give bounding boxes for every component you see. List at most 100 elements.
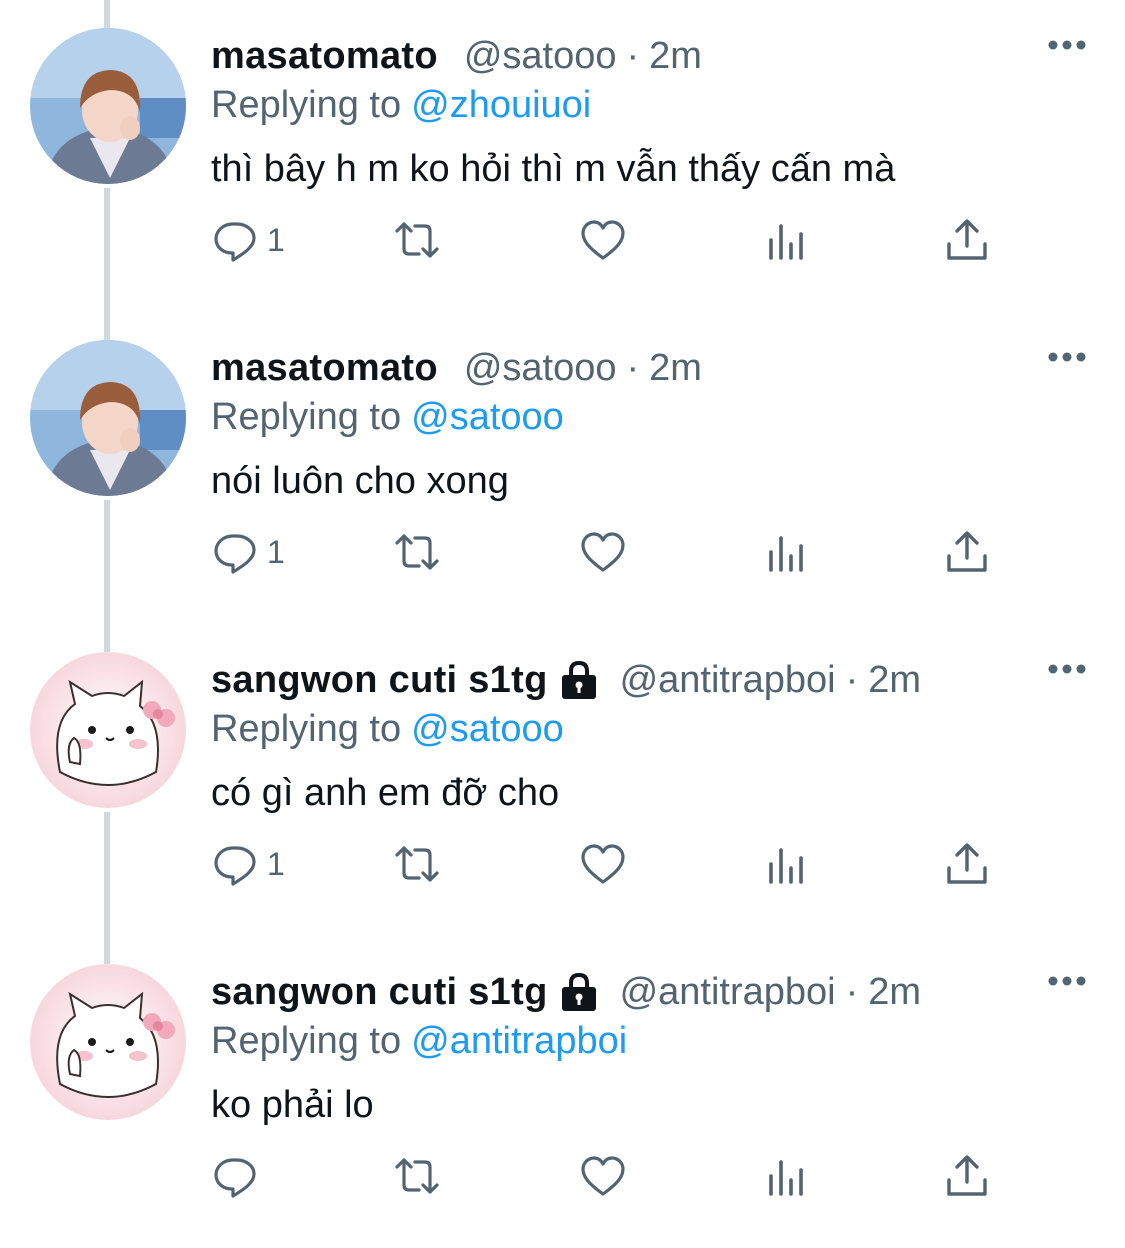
tweet-text: thì bây h m ko hỏi thì m vẫn thấy cấn mà	[211, 148, 896, 190]
share-icon	[947, 843, 987, 884]
lock-icon	[561, 972, 596, 1011]
replying-to-line: Replying to @zhouiuoi	[211, 84, 591, 127]
analytics-icon	[769, 224, 803, 260]
tweet-text: ko phải lo	[211, 1084, 374, 1126]
retweet-button[interactable]	[393, 1148, 441, 1204]
tweet-header: masatomato @satooo · 2m	[211, 30, 702, 82]
more-options-icon[interactable]	[1047, 662, 1087, 676]
tweet[interactable]: sangwon cuti s1tg @antitrapboi · 2m Repl…	[0, 936, 1125, 1248]
display-name[interactable]: masatomato	[211, 347, 438, 390]
replying-to-line: Replying to @antitrapboi	[211, 1020, 627, 1063]
tweet[interactable]: masatomato @satooo · 2m Replying to @sato…	[0, 312, 1125, 624]
share-button[interactable]	[943, 836, 991, 892]
separator-dot: ·	[626, 34, 640, 77]
heart-icon	[581, 532, 625, 572]
profile-photo-icon	[30, 28, 186, 184]
tweet-header: sangwon cuti s1tg @antitrapboi · 2m	[211, 654, 921, 706]
display-name[interactable]: masatomato	[211, 35, 438, 78]
timestamp[interactable]: 2m	[649, 35, 702, 78]
tweet-actions: 1	[211, 212, 1011, 268]
reply-count: 1	[267, 845, 285, 882]
views-button[interactable]	[763, 1148, 811, 1204]
replying-to-label: Replying to	[211, 1020, 402, 1062]
replying-to-label: Replying to	[211, 84, 402, 126]
like-button[interactable]	[579, 524, 627, 580]
retweet-icon	[395, 1158, 439, 1194]
tweet-text: nói luôn cho xong	[211, 460, 509, 502]
tweet-actions: 1	[211, 524, 1011, 580]
analytics-icon	[769, 848, 803, 884]
heart-icon	[581, 220, 625, 260]
replying-to-label: Replying to	[211, 708, 402, 750]
like-button[interactable]	[579, 836, 627, 892]
user-handle[interactable]: @antitrapboi	[620, 659, 836, 702]
analytics-icon	[769, 1160, 803, 1196]
tweet-header: sangwon cuti s1tg @antitrapboi · 2m	[211, 966, 921, 1018]
reply-count: 1	[267, 221, 285, 258]
share-button[interactable]	[943, 524, 991, 580]
tweet[interactable]: sangwon cuti s1tg @antitrapboi · 2m Repl…	[0, 624, 1125, 936]
timestamp[interactable]: 2m	[868, 971, 921, 1014]
display-name[interactable]: sangwon cuti s1tg	[211, 971, 548, 1014]
profile-photo-icon	[30, 340, 186, 496]
user-handle[interactable]: @satooo	[464, 35, 617, 78]
reply-button[interactable]: 1	[211, 524, 285, 580]
more-options-icon[interactable]	[1047, 38, 1087, 52]
replying-to-mention[interactable]: @satooo	[411, 396, 564, 438]
timestamp[interactable]: 2m	[649, 347, 702, 390]
more-options-icon[interactable]	[1047, 974, 1087, 988]
avatar[interactable]	[30, 652, 186, 808]
replying-to-line: Replying to @satooo	[211, 708, 564, 751]
heart-icon	[581, 1156, 625, 1196]
tweet-actions: 1	[211, 836, 1011, 892]
heart-icon	[581, 844, 625, 884]
lock-icon	[561, 660, 596, 699]
separator-dot: ·	[845, 970, 859, 1013]
retweet-icon	[395, 846, 439, 882]
more-options-icon[interactable]	[1047, 350, 1087, 364]
replying-to-mention[interactable]: @antitrapboi	[411, 1020, 627, 1062]
reply-button[interactable]: 1	[211, 836, 285, 892]
reply-button[interactable]	[211, 1148, 267, 1204]
separator-dot: ·	[626, 346, 640, 389]
views-button[interactable]	[763, 524, 811, 580]
reply-icon	[214, 534, 256, 574]
timestamp[interactable]: 2m	[868, 659, 921, 702]
views-button[interactable]	[763, 212, 811, 268]
avatar[interactable]	[30, 964, 186, 1120]
cat-avatar-icon	[30, 652, 186, 808]
user-handle[interactable]: @antitrapboi	[620, 971, 836, 1014]
user-handle[interactable]: @satooo	[464, 347, 617, 390]
retweet-button[interactable]	[393, 212, 441, 268]
replying-to-line: Replying to @satooo	[211, 396, 564, 439]
replying-to-mention[interactable]: @zhouiuoi	[411, 84, 591, 126]
tweet-header: masatomato @satooo · 2m	[211, 342, 702, 394]
separator-dot: ·	[845, 658, 859, 701]
reply-icon	[214, 846, 256, 886]
share-icon	[947, 219, 987, 260]
replying-to-label: Replying to	[211, 396, 402, 438]
retweet-button[interactable]	[393, 836, 441, 892]
like-button[interactable]	[579, 1148, 627, 1204]
tweet[interactable]: masatomato @satooo · 2m Replying to @zhou…	[0, 0, 1125, 312]
share-button[interactable]	[943, 1148, 991, 1204]
reply-icon	[214, 222, 256, 262]
retweet-icon	[395, 222, 439, 258]
display-name[interactable]: sangwon cuti s1tg	[211, 659, 548, 702]
share-button[interactable]	[943, 212, 991, 268]
replying-to-mention[interactable]: @satooo	[411, 708, 564, 750]
analytics-icon	[769, 536, 803, 572]
reply-count: 1	[267, 533, 285, 570]
retweet-icon	[395, 534, 439, 570]
reply-button[interactable]: 1	[211, 212, 285, 268]
like-button[interactable]	[579, 212, 627, 268]
tweet-text: có gì anh em đỡ cho	[211, 772, 560, 814]
views-button[interactable]	[763, 836, 811, 892]
retweet-button[interactable]	[393, 524, 441, 580]
avatar[interactable]	[30, 340, 186, 496]
reply-icon	[214, 1158, 256, 1198]
tweet-actions	[211, 1148, 1011, 1204]
share-icon	[947, 531, 987, 572]
share-icon	[947, 1155, 987, 1196]
avatar[interactable]	[30, 28, 186, 184]
